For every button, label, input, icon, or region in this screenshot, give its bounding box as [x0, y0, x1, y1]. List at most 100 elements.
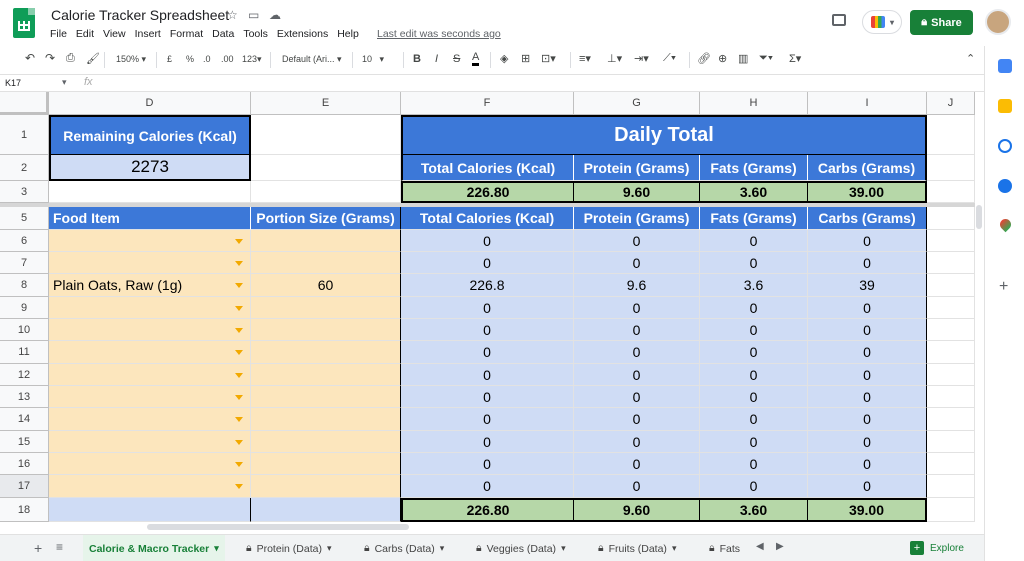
font-select[interactable]: Default (Ari... ▾	[282, 54, 342, 65]
bold-button[interactable]: B	[413, 53, 421, 65]
cell-fats-row-13[interactable]: 0	[700, 386, 808, 408]
column-header-e[interactable]: E	[251, 92, 401, 115]
comment-history-icon[interactable]	[832, 14, 846, 26]
header-food-item[interactable]: Food Item	[49, 207, 251, 230]
cell-portion-row-17[interactable]	[251, 475, 401, 498]
row-header-14[interactable]: 14	[0, 408, 49, 431]
select-all-corner[interactable]	[0, 92, 49, 115]
cell-carbs-row-16[interactable]: 0	[808, 453, 927, 475]
cell-food-row-10[interactable]	[49, 319, 251, 341]
cell-carbs-row-15[interactable]: 0	[808, 431, 927, 453]
cell-food-row-12[interactable]	[49, 364, 251, 386]
remaining-calories-header[interactable]: Remaining Calories (Kcal)	[49, 115, 251, 155]
remaining-calories-value[interactable]: 2273	[49, 155, 251, 181]
share-button[interactable]: 🔒︎ Share	[910, 10, 973, 35]
daily-total-title[interactable]: Daily Total	[401, 115, 927, 155]
row-header-13[interactable]: 13	[0, 386, 49, 408]
cell-food-row-14[interactable]	[49, 408, 251, 431]
menu-format[interactable]: Format	[170, 28, 203, 40]
cell-portion-row-6[interactable]	[251, 230, 401, 252]
cell-cal-row-17[interactable]: 0	[401, 475, 574, 498]
horizontal-scrollbar[interactable]	[147, 524, 409, 530]
row-header-16[interactable]: 16	[0, 453, 49, 475]
column-header-i[interactable]: I	[808, 92, 927, 115]
insert-link-icon[interactable]: 🔗︎	[697, 52, 711, 65]
scroll-tabs-left-icon[interactable]: ◀	[756, 541, 764, 552]
cell-fats-row-16[interactable]: 0	[700, 453, 808, 475]
cell-j-row-12[interactable]	[927, 364, 975, 386]
tab-carbs-data[interactable]: 🔒︎ Carbs (Data) ▾	[358, 535, 450, 561]
header-protein[interactable]: Protein (Grams)	[574, 207, 700, 230]
cell-fats-row-14[interactable]: 0	[700, 408, 808, 431]
cell-food-row-11[interactable]	[49, 341, 251, 364]
merge-cells-icon[interactable]: ⊡▾	[541, 52, 556, 65]
add-sheet-icon[interactable]: +	[34, 540, 42, 556]
cell-fats-row-6[interactable]: 0	[700, 230, 808, 252]
cell-j5[interactable]	[927, 207, 975, 230]
row-header-8[interactable]: 8	[0, 274, 49, 297]
cell-fats-row-15[interactable]: 0	[700, 431, 808, 453]
avatar[interactable]	[985, 9, 1011, 35]
all-sheets-icon[interactable]: ≡	[56, 540, 63, 554]
cell-fats-row-17[interactable]: 0	[700, 475, 808, 498]
dropdown-arrow-icon[interactable]	[235, 350, 243, 355]
daily-header-fats[interactable]: Fats (Grams)	[700, 155, 808, 181]
sheets-logo-icon[interactable]	[13, 8, 35, 38]
italic-button[interactable]: I	[435, 53, 438, 65]
cell-cal-row-13[interactable]: 0	[401, 386, 574, 408]
menu-data[interactable]: Data	[212, 28, 234, 40]
column-header-h[interactable]: H	[700, 92, 808, 115]
zoom-select[interactable]: 150% ▾	[116, 54, 146, 65]
cell-food-row-9[interactable]	[49, 297, 251, 319]
total-carbs[interactable]: 39.00	[808, 498, 927, 522]
tab-fruits-data[interactable]: 🔒︎ Fruits (Data) ▾	[592, 535, 682, 561]
cell-j-row-10[interactable]	[927, 319, 975, 341]
contacts-icon[interactable]	[998, 179, 1012, 193]
decrease-decimal-button[interactable]: .0	[203, 54, 211, 64]
dropdown-arrow-icon[interactable]	[235, 484, 243, 489]
cell-j-row-14[interactable]	[927, 408, 975, 431]
cell-food-row-17[interactable]	[49, 475, 251, 498]
borders-icon[interactable]: ⊞	[521, 52, 530, 65]
print-icon[interactable]: ⎙	[66, 52, 75, 65]
last-edit-link[interactable]: Last edit was seconds ago	[377, 28, 501, 40]
cell-carbs-row-10[interactable]: 0	[808, 319, 927, 341]
column-header-g[interactable]: G	[574, 92, 700, 115]
cell-j3[interactable]	[927, 181, 975, 203]
cell-fats-row-9[interactable]: 0	[700, 297, 808, 319]
undo-icon[interactable]: ↶	[25, 51, 35, 65]
daily-total-protein[interactable]: 9.60	[574, 181, 700, 203]
cell-food-row-7[interactable]	[49, 252, 251, 274]
cell-cal-row-10[interactable]: 0	[401, 319, 574, 341]
row-header-10[interactable]: 10	[0, 319, 49, 341]
cell-portion-row-15[interactable]	[251, 431, 401, 453]
cell-portion-row-14[interactable]	[251, 408, 401, 431]
cell-protein-row-10[interactable]: 0	[574, 319, 700, 341]
cell-fats-row-10[interactable]: 0	[700, 319, 808, 341]
horizontal-align-icon[interactable]: ≡▾	[579, 52, 591, 65]
row-header-2[interactable]: 2	[0, 155, 49, 181]
cell-protein-row-14[interactable]: 0	[574, 408, 700, 431]
tab-protein-data[interactable]: 🔒︎ Protein (Data) ▾	[240, 535, 337, 561]
total-fats[interactable]: 3.60	[700, 498, 808, 522]
cell-portion-row-7[interactable]	[251, 252, 401, 274]
cell-protein-row-7[interactable]: 0	[574, 252, 700, 274]
cell-j-row-13[interactable]	[927, 386, 975, 408]
document-title[interactable]: Calorie Tracker Spreadsheet	[51, 7, 229, 23]
header-fats[interactable]: Fats (Grams)	[700, 207, 808, 230]
header-carbs[interactable]: Carbs (Grams)	[808, 207, 927, 230]
star-icon[interactable]: ☆	[227, 8, 238, 22]
column-header-f[interactable]: F	[401, 92, 574, 115]
tab-calorie-macro-tracker[interactable]: Calorie & Macro Tracker ▾	[83, 535, 225, 561]
cell-carbs-row-11[interactable]: 0	[808, 341, 927, 364]
cell-j1[interactable]	[927, 115, 975, 155]
dropdown-arrow-icon[interactable]	[235, 327, 243, 333]
tab-veggies-data[interactable]: 🔒︎ Veggies (Data) ▾	[470, 535, 572, 561]
daily-header-carbs[interactable]: Carbs (Grams)	[808, 155, 927, 181]
cell-protein-row-17[interactable]: 0	[574, 475, 700, 498]
row-header-11[interactable]: 11	[0, 341, 49, 364]
currency-button[interactable]: £	[167, 54, 172, 64]
cell-carbs-row-12[interactable]: 0	[808, 364, 927, 386]
column-header-j[interactable]: J	[927, 92, 975, 115]
dropdown-arrow-icon[interactable]	[235, 439, 243, 445]
